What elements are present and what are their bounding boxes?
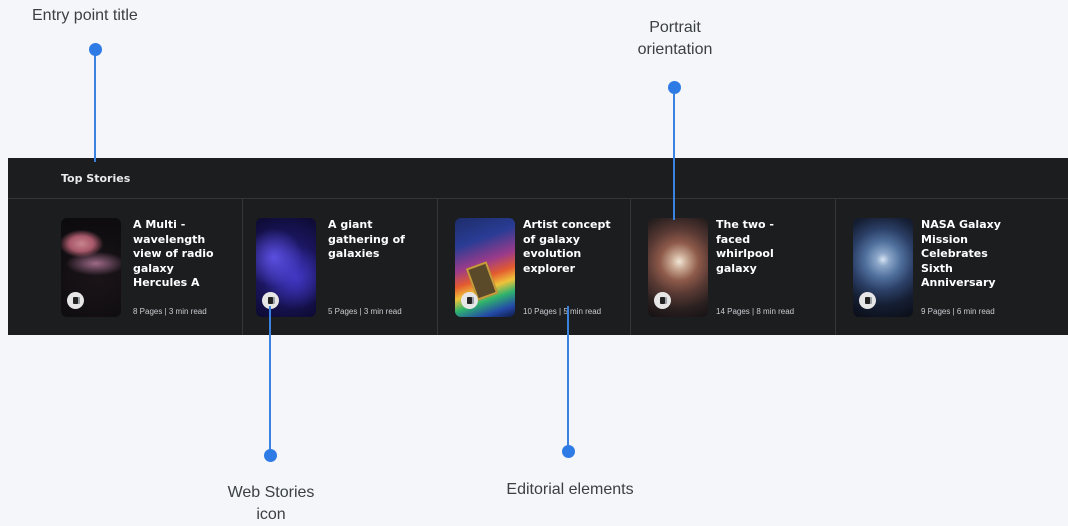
callout-web-stories-line2: icon <box>256 506 286 523</box>
story-thumbnail[interactable] <box>455 218 515 317</box>
story-meta: 8 Pages | 3 min read <box>133 307 207 316</box>
callout-web-stories-icon: Web Stories icon <box>216 482 326 526</box>
story-title[interactable]: A giant gathering of galaxies <box>328 218 420 262</box>
callout-web-stories-line1: Web Stories <box>227 484 315 501</box>
pointer-dot-portrait <box>668 81 681 94</box>
story-card[interactable]: A giant gathering of galaxies 5 Pages | … <box>243 199 438 335</box>
web-stories-icon <box>654 292 671 309</box>
story-title[interactable]: Artist concept of galaxy evolution explo… <box>523 218 615 276</box>
carousel-header: Top Stories <box>8 158 1068 199</box>
story-meta: 10 Pages | 5 min read <box>523 307 602 316</box>
callout-portrait-line2: orientation <box>637 41 713 58</box>
story-thumbnail[interactable] <box>853 218 913 317</box>
pointer-line-web-stories <box>269 306 271 454</box>
pointer-line-editorial <box>567 306 569 450</box>
callout-portrait-line1: Portrait <box>649 19 701 36</box>
story-meta: 14 Pages | 8 min read <box>716 307 795 316</box>
carousel-title: Top Stories <box>61 172 131 185</box>
story-thumbnail[interactable] <box>256 218 316 317</box>
web-stories-icon <box>859 292 876 309</box>
pointer-line-entry-point <box>94 50 96 162</box>
story-card[interactable]: Artist concept of galaxy evolution explo… <box>438 199 631 335</box>
story-meta: 9 Pages | 6 min read <box>921 307 995 316</box>
callout-entry-point-title: Entry point title <box>32 7 138 24</box>
story-thumbnail[interactable] <box>61 218 121 317</box>
pointer-dot-editorial <box>562 445 575 458</box>
callout-editorial-elements: Editorial elements <box>506 481 634 498</box>
pointer-dot-entry-point <box>89 43 102 56</box>
story-title[interactable]: A Multi - wavelength view of radio galax… <box>133 218 225 291</box>
story-card[interactable]: The two - faced whirlpool galaxy 14 Page… <box>631 199 836 335</box>
story-meta: 5 Pages | 3 min read <box>328 307 402 316</box>
stories-carousel: Top Stories A Multi - wavelength view of… <box>8 158 1068 335</box>
story-thumbnail[interactable] <box>648 218 708 317</box>
story-card[interactable]: NASA Galaxy Mission Celebrates Sixth Ann… <box>836 199 1066 335</box>
pointer-line-portrait <box>673 88 675 220</box>
web-stories-icon <box>67 292 84 309</box>
story-cards: A Multi - wavelength view of radio galax… <box>8 199 1068 335</box>
web-stories-icon <box>461 292 478 309</box>
story-card[interactable]: A Multi - wavelength view of radio galax… <box>8 199 243 335</box>
story-title[interactable]: NASA Galaxy Mission Celebrates Sixth Ann… <box>921 218 1013 291</box>
callout-portrait-orientation: Portrait orientation <box>620 17 730 61</box>
pointer-dot-web-stories <box>264 449 277 462</box>
story-title[interactable]: The two - faced whirlpool galaxy <box>716 218 808 276</box>
